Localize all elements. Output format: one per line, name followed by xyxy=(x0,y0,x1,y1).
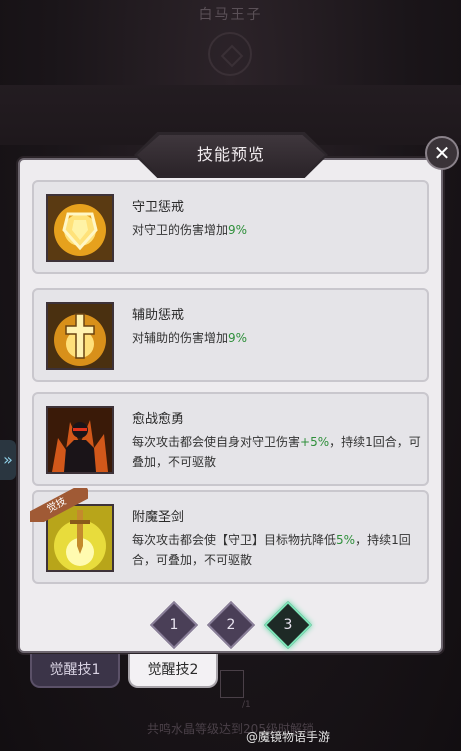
page-1-label: 1 xyxy=(169,617,179,633)
warrior-skill-icon xyxy=(46,406,114,474)
skill-name: 愈战愈勇 xyxy=(132,412,185,427)
dialog-title: 技能预览 xyxy=(196,145,265,164)
expand-arrow-icon[interactable]: » xyxy=(0,440,16,480)
tab-awakening-skill-1[interactable]: 觉醒技1 xyxy=(30,654,120,688)
tab-awakening-skill-2[interactable]: 觉醒技2 xyxy=(128,654,218,688)
skill-card: 守卫惩戒 对守卫的伤害增加9% xyxy=(32,180,429,274)
skill-description: 每次攻击都会使自身对守卫伤害+5%，持续1回合，可叠加，不可驱散 xyxy=(132,435,421,469)
shield-skill-icon xyxy=(46,194,114,262)
skill-name: 辅助惩戒 xyxy=(132,308,185,323)
level-slot xyxy=(220,670,244,698)
page-2-label: 2 xyxy=(226,617,236,633)
character-name: 白马王子 xyxy=(198,7,263,23)
awakening-badge: 觉技 xyxy=(30,488,88,522)
skill-card: 觉技 附魔圣剑 每次攻击都会使【守卫】目标物抗降低5%，持续1回合，可叠加，不可… xyxy=(30,488,429,584)
cross-skill-icon xyxy=(46,302,114,370)
level-hint: /1 xyxy=(242,700,251,710)
unlock-note: 共鸣水晶等级达到205级时解锁 xyxy=(147,722,314,736)
watermark: @魔镜物语手游 xyxy=(246,730,331,744)
skill-description: 对守卫的伤害增加9% xyxy=(132,223,248,237)
close-button[interactable]: ✕ xyxy=(425,136,459,170)
skill-card: 愈战愈勇 每次攻击都会使自身对守卫伤害+5%，持续1回合，可叠加，不可驱散 xyxy=(32,392,429,486)
skill-card: 辅助惩戒 对辅助的伤害增加9% xyxy=(32,288,429,382)
page-3-label: 3 xyxy=(283,617,293,633)
skill-description: 对辅助的伤害增加9% xyxy=(132,331,248,345)
skill-name: 附魔圣剑 xyxy=(132,510,185,525)
skill-name: 守卫惩戒 xyxy=(132,200,185,215)
emblem-icon xyxy=(208,32,252,76)
skill-description: 每次攻击都会使【守卫】目标物抗降低5%，持续1回合，可叠加，不可驱散 xyxy=(132,533,411,567)
